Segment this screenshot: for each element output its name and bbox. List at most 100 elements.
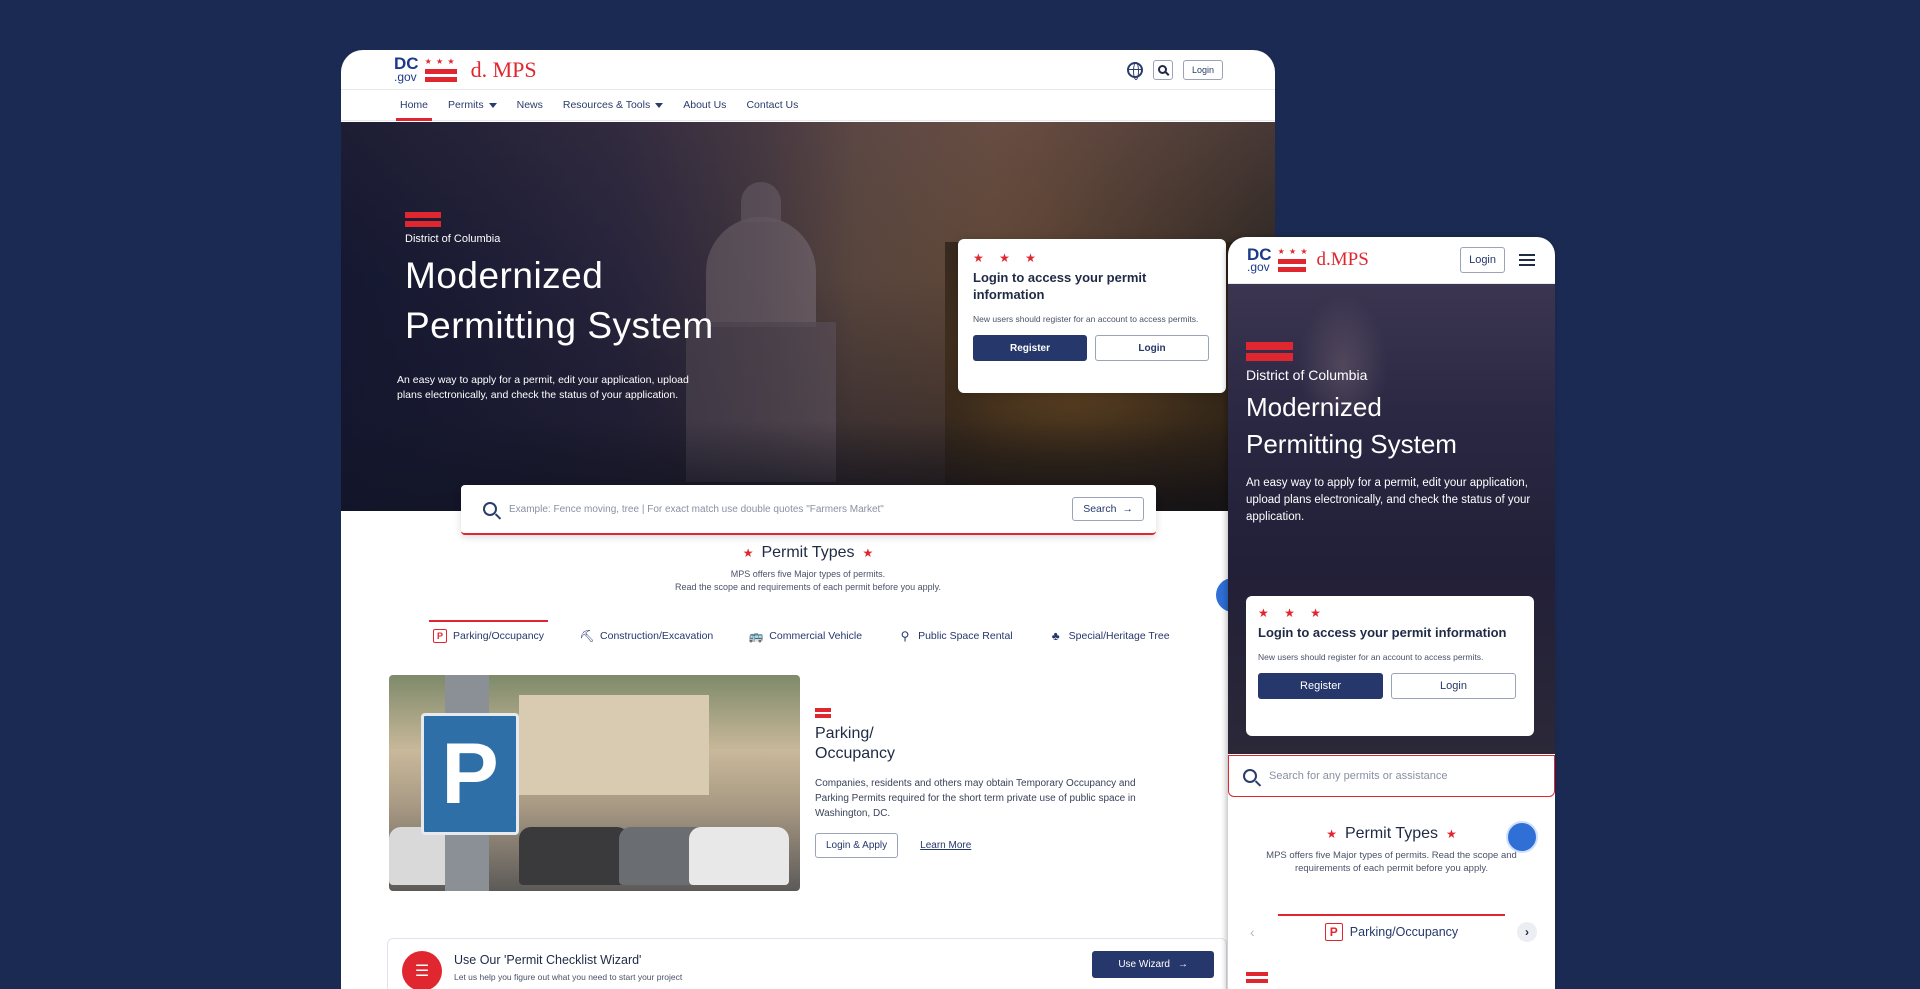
mobile-hero-content: District of Columbia Modernized Permitti… [1246,342,1536,526]
chevron-right-icon[interactable]: › [1517,922,1537,942]
vehicle-icon: 🚌 [748,629,764,643]
parking-icon: P [433,629,447,643]
use-wizard-button[interactable]: Use Wizard → [1092,951,1214,978]
header-login-button[interactable]: Login [1182,59,1223,80]
login-card-title: Login to access your permit information [1258,625,1507,640]
nav-label: Contact Us [746,99,799,111]
checklist-icon: ☰ [402,951,442,989]
search-button-label: Search [1083,503,1117,515]
parking-sign: P [421,713,519,835]
permit-types-subtitle: MPS offers five Major types of permits. … [1266,850,1517,874]
mobile-login-card: ★ ★ ★ Login to access your permit inform… [1246,596,1534,736]
hero-title-line1: Modernized [405,255,604,296]
mobile-search-bar: Search for any permits or assistance [1228,755,1555,797]
permit-types-title: Permit Types [761,544,855,561]
chat-icon[interactable] [1506,821,1538,853]
search-button[interactable]: Search → [1072,497,1144,521]
dc-gov-logo[interactable]: DC .gov ★ ★ ★ [1247,246,1309,275]
tab-label: Public Space Rental [918,630,1013,642]
tab-label: Parking/Occupancy [453,630,545,642]
permit-type-tabs: P Parking/Occupancy ⛏ Construction/Excavat… [429,620,1174,652]
tab-public-space-rental[interactable]: ⚲ Public Space Rental [894,620,1017,652]
dc-flag-icon: ★ ★ ★ [1277,247,1309,272]
register-button[interactable]: Register [973,335,1087,361]
dc-flag-icon: ★ ★ ★ [424,57,457,82]
mps-logo[interactable]: d.MPS [1317,249,1369,271]
red-stripes-icon [1246,342,1536,361]
mobile-hero-title-line1: Modernized [1246,392,1382,422]
star-icon: ★ [862,546,874,560]
wizard-title: Use Our 'Permit Checklist Wizard' [454,953,642,967]
featured-permit: Parking/ Occupancy Companies, residents … [815,708,1155,858]
star-icon: ★ [1326,827,1337,841]
red-stripes-icon [405,212,714,227]
login-card-subtitle: New users should register for an account… [1258,652,1484,662]
gov-text: .gov [1247,260,1270,275]
tab-construction-excavation[interactable]: ⛏ Construction/Excavation [576,620,717,652]
search-icon [1243,769,1257,783]
hero-eyebrow: District of Columbia [405,233,501,245]
login-button[interactable]: Login [1391,673,1516,699]
mobile-login-button[interactable]: Login [1460,247,1505,273]
hamburger-menu-icon[interactable] [1519,254,1535,266]
red-stripes-icon [815,708,1155,718]
nav-label: Permits [448,99,484,111]
desktop-header: DC .gov ★ ★ ★ d. MPS Login [341,50,1275,90]
tab-parking-occupancy[interactable]: P Parking/Occupancy [1324,923,1458,941]
login-card-subtitle: New users should register for an account… [973,314,1199,324]
nav-label: News [516,99,543,111]
mobile-hero-eyebrow: District of Columbia [1246,367,1368,383]
flag-stars: ★ ★ ★ [1277,247,1309,256]
crane-icon: ⛏ [579,629,595,643]
mps-logo[interactable]: d. MPS [471,57,537,83]
tab-label: Commercial Vehicle [769,630,863,642]
mobile-hero-title: Modernized Permitting System [1246,389,1536,463]
wizard-subtitle: Let us help you figure out what you need… [454,972,683,982]
header-search-button[interactable] [1152,59,1173,80]
tab-label: Construction/Excavation [600,630,714,642]
permit-types-sub1: MPS offers five Major types of permits. [730,569,886,579]
mobile-search-input[interactable]: Search for any permits or assistance [1269,770,1554,782]
nav-label: Resources & Tools [562,99,651,111]
nav-label: Home [400,99,429,111]
learn-more-link[interactable]: Learn More [920,840,971,851]
search-icon [1158,65,1168,74]
globe-icon[interactable] [1126,61,1143,80]
wizard-banner: ☰ Use Our 'Permit Checklist Wizard' Let … [387,938,1227,989]
register-button[interactable]: Register [1258,673,1383,699]
nav-news[interactable]: News [517,90,543,121]
nav-label: About Us [683,99,727,111]
dc-gov-logo[interactable]: DC .gov ★ ★ ★ [394,55,457,83]
permit-types-title: Permit Types [1344,825,1439,842]
mobile-tab-carousel: ‹ P Parking/Occupancy › [1228,914,1555,950]
mobile-header: DC .gov ★ ★ ★ d.MPS Login [1228,237,1555,284]
search-input[interactable]: Example: Fence moving, tree | For exact … [509,504,1072,515]
red-stripes-icon [1246,972,1268,986]
dc-gov-wordmark: DC .gov [1247,246,1272,275]
search-icon [483,502,497,516]
caret-down-icon [488,102,497,108]
star-icon: ★ [742,546,754,560]
tree-icon: ♣ [1051,629,1060,643]
tab-commercial-vehicle[interactable]: 🚌 Commercial Vehicle [745,620,866,652]
nav-resources-tools[interactable]: Resources & Tools [562,90,664,121]
login-apply-button[interactable]: Login & Apply [815,833,899,858]
nav-about-us[interactable]: About Us [683,90,726,121]
login-button[interactable]: Login [1095,335,1209,361]
tab-special-heritage-tree[interactable]: ♣ Special/Heritage Tree [1045,620,1174,652]
parking-image: P [389,675,800,891]
caret-down-icon [655,102,664,108]
nav-permits[interactable]: Permits [448,90,497,121]
main-nav: Home Permits News Resources & Tools Abou… [341,90,1275,121]
hero-description: An easy way to apply for a permit, edit … [397,374,689,401]
arrow-right-icon: → [1178,959,1188,970]
nav-home[interactable]: Home [395,90,433,121]
permit-types-header: ★ Permit Types ★ MPS offers five Major typ… [341,544,1275,594]
permit-types-sub2: Read the scope and requirements of each … [675,582,941,592]
stars-icon: ★ ★ ★ [1258,606,1327,620]
hero-title: Modernized Permitting System [405,251,714,351]
dc-gov-wordmark: DC .gov [394,55,419,82]
tab-parking-occupancy[interactable]: P Parking/Occupancy [429,620,549,652]
nav-contact-us[interactable]: Contact Us [746,90,798,121]
chevron-left-icon[interactable]: ‹ [1250,924,1255,940]
